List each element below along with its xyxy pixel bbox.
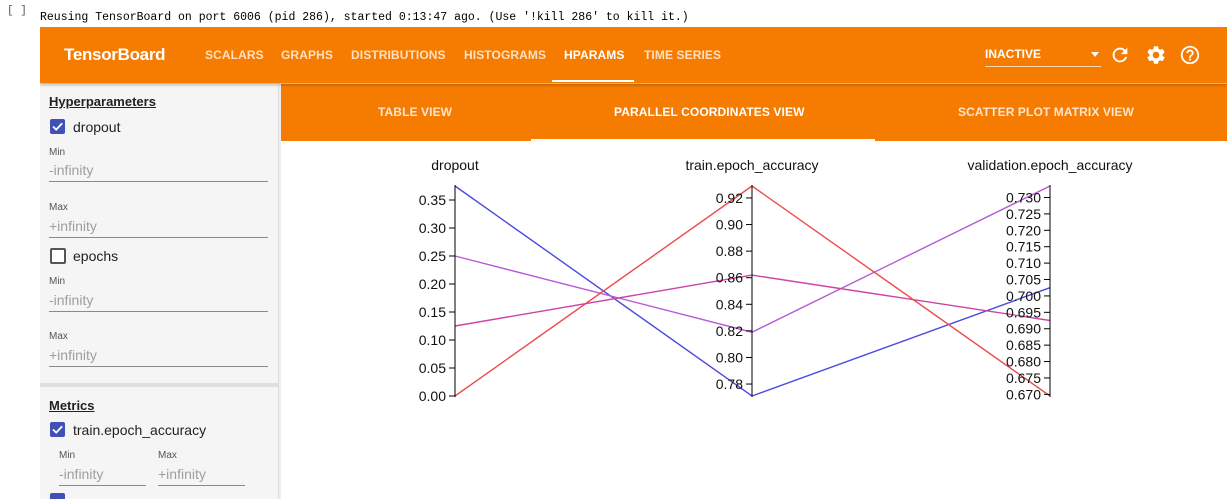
hyperparameters-title: Hyperparameters bbox=[49, 94, 156, 109]
dropout-min-label: Min bbox=[49, 147, 66, 158]
tick-label: 0.675 bbox=[1006, 370, 1041, 386]
tick-label: 0.695 bbox=[1006, 304, 1041, 320]
epochs-min-input[interactable]: -infinity bbox=[49, 292, 93, 308]
dropout-min-input[interactable]: -infinity bbox=[49, 162, 93, 178]
tick-label: 0.78 bbox=[716, 376, 743, 392]
tick-label: 0.710 bbox=[1006, 255, 1041, 271]
tick-label: 0.20 bbox=[419, 276, 446, 292]
train-accuracy-max-label: Max bbox=[158, 450, 177, 461]
validation-accuracy-checkbox[interactable] bbox=[50, 493, 65, 499]
tab-table-view[interactable]: TABLE VIEW bbox=[378, 105, 452, 119]
tick-label: 0.715 bbox=[1006, 239, 1041, 255]
active-tab-indicator bbox=[552, 80, 634, 82]
epochs-min-label: Min bbox=[49, 276, 66, 287]
tick-label: 0.705 bbox=[1006, 272, 1041, 288]
axis-title: dropout bbox=[431, 157, 479, 173]
tick-label: 0.05 bbox=[419, 360, 446, 376]
tick-label: 0.82 bbox=[716, 323, 743, 339]
epochs-max-underline bbox=[49, 366, 268, 367]
tick-label: 0.700 bbox=[1006, 288, 1041, 304]
tick-label: 0.730 bbox=[1006, 189, 1041, 205]
tab-parallel-coordinates-view[interactable]: PARALLEL COORDINATES VIEW bbox=[614, 105, 805, 119]
tick-label: 0.15 bbox=[419, 304, 446, 320]
plugin-select[interactable]: INACTIVE bbox=[985, 41, 1101, 67]
help-icon[interactable] bbox=[1179, 44, 1201, 66]
tab-graphs[interactable]: GRAPHS bbox=[281, 48, 333, 62]
tick-label: 0.88 bbox=[716, 243, 743, 259]
plugin-select-value: INACTIVE bbox=[985, 47, 1042, 61]
parallel-coordinates-plot: 0.00 0.05 0.10 0.15 0.20 0.25 0.30 0.35 dropout 0… bbox=[281, 141, 1227, 499]
tab-hparams[interactable]: HPARAMS bbox=[564, 48, 624, 62]
tick-label: 0.10 bbox=[419, 332, 446, 348]
dropout-checkbox[interactable] bbox=[50, 119, 65, 134]
refresh-icon[interactable] bbox=[1109, 44, 1131, 66]
tab-time-series[interactable]: TIME SERIES bbox=[644, 48, 721, 62]
axis-title: train.epoch_accuracy bbox=[685, 157, 818, 173]
epochs-label: epochs bbox=[73, 248, 119, 264]
tick-label: 0.670 bbox=[1006, 386, 1041, 402]
tick-label: 0.680 bbox=[1006, 354, 1041, 370]
train-accuracy-checkbox[interactable] bbox=[50, 422, 65, 437]
check-icon bbox=[52, 425, 63, 434]
cell-prompt: [ ] bbox=[7, 5, 27, 17]
settings-icon[interactable] bbox=[1145, 44, 1167, 66]
epochs-min-underline bbox=[49, 311, 268, 312]
tick-label: 0.90 bbox=[716, 217, 743, 233]
tick-label: 0.685 bbox=[1006, 337, 1041, 353]
brand-title: TensorBoard bbox=[64, 45, 166, 64]
cell-output-text: Reusing TensorBoard on port 6006 (pid 28… bbox=[40, 11, 689, 24]
tick-label: 0.80 bbox=[716, 349, 743, 365]
dropout-min-underline bbox=[49, 181, 268, 182]
axis-3: 0.6700.6750.6800.6850.6900.6950.7000.705… bbox=[968, 157, 1133, 402]
train-accuracy-min-input[interactable]: -infinity bbox=[59, 466, 103, 482]
parallel-coordinates-svg: 0.000.050.100.150.200.250.300.35dropout0… bbox=[419, 157, 1133, 404]
tick-label: 0.25 bbox=[419, 248, 446, 264]
tick-label: 0.92 bbox=[716, 190, 743, 206]
top-toolbar: TensorBoard SCALARS GRAPHS DISTRIBUTIONS… bbox=[40, 27, 1227, 83]
tick-label: 0.690 bbox=[1006, 321, 1041, 337]
epochs-checkbox[interactable] bbox=[50, 248, 66, 264]
chevron-down-icon bbox=[1091, 52, 1099, 57]
metrics-title: Metrics bbox=[49, 398, 95, 413]
dropout-max-underline bbox=[49, 237, 268, 238]
dropout-label: dropout bbox=[73, 119, 121, 135]
tab-histograms[interactable]: HISTOGRAMS bbox=[464, 48, 546, 62]
check-icon bbox=[52, 122, 63, 131]
view-tabs-bar: TABLE VIEW PARALLEL COORDINATES VIEW SCA… bbox=[281, 84, 1227, 141]
tab-scalars[interactable]: SCALARS bbox=[205, 48, 264, 62]
metrics-section: Metrics train.epoch_accuracy Min -infini… bbox=[40, 387, 278, 499]
epochs-max-label: Max bbox=[49, 331, 68, 342]
train-accuracy-max-input[interactable]: +infinity bbox=[158, 466, 206, 482]
tick-label: 0.00 bbox=[419, 388, 446, 404]
epochs-max-input[interactable]: +infinity bbox=[49, 347, 97, 363]
train-accuracy-min-label: Min bbox=[59, 450, 76, 461]
tab-scatter-plot-matrix-view[interactable]: SCATTER PLOT MATRIX VIEW bbox=[958, 105, 1134, 119]
tick-label: 0.725 bbox=[1006, 206, 1041, 222]
tab-distributions[interactable]: DISTRIBUTIONS bbox=[351, 48, 446, 62]
axis-1: 0.00 0.05 0.10 0.15 0.20 0.25 0.30 0.35 dropout bbox=[419, 157, 479, 404]
dropout-max-label: Max bbox=[49, 202, 68, 213]
axis-title: validation.epoch_accuracy bbox=[968, 157, 1133, 173]
tensorboard-frame: TensorBoard SCALARS GRAPHS DISTRIBUTIONS… bbox=[40, 27, 1227, 499]
axis-2: 0.78 0.80 0.82 0.84 0.86 0.88 0.90 0.92 train.ep… bbox=[685, 157, 819, 397]
tick-label: 0.86 bbox=[716, 270, 743, 286]
hyperparameters-section: Hyperparameters dropout Min -infinity Ma… bbox=[40, 84, 278, 382]
filter-sidebar: Hyperparameters dropout Min -infinity Ma… bbox=[40, 84, 279, 499]
tick-label: 0.30 bbox=[419, 220, 446, 236]
train-accuracy-label: train.epoch_accuracy bbox=[73, 422, 207, 438]
tick-label: 0.720 bbox=[1006, 222, 1041, 238]
dropout-max-input[interactable]: +infinity bbox=[49, 218, 97, 234]
tick-label: 0.84 bbox=[716, 296, 743, 312]
train-accuracy-max-underline bbox=[158, 485, 245, 486]
train-accuracy-min-underline bbox=[59, 485, 146, 486]
tick-label: 0.35 bbox=[419, 192, 446, 208]
